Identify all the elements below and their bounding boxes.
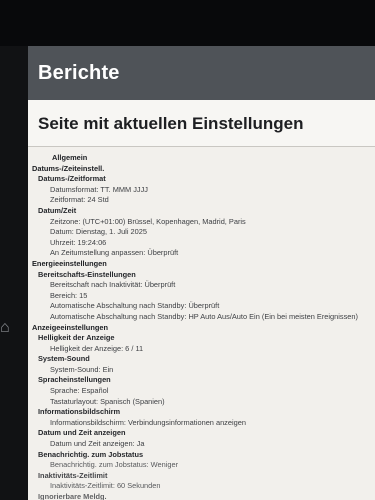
report-subsection-heading: Spracheinstellungen [38, 375, 111, 385]
report-subsection-heading: Datum und Zeit anzeigen [38, 428, 126, 438]
report-setting-line: Helligkeit der Anzeige: 6 / 11 [50, 343, 144, 353]
report-section-heading: Datums-/Zeiteinstell. [32, 163, 105, 173]
home-icon[interactable]: ⌂ [0, 318, 14, 338]
report-setting-line: Tastaturlayout: Spanisch (Spanien) [50, 396, 165, 406]
report-subsection-heading: Helligkeit der Anzeige [38, 333, 115, 343]
report-subsection-heading: Ignorierbare Meldg. [38, 492, 107, 500]
report-setting-line: Automatische Abschaltung nach Standby: H… [50, 311, 358, 321]
printer-screen: Berichte Seite mit aktuellen Einstellung… [28, 46, 375, 500]
report-subsection-heading: Bereitschafts-Einstellungen [38, 269, 136, 279]
report-subsection-heading: Inaktivitäts-Zeitlimit [38, 470, 108, 480]
report-setting-line: Sprache: Español [50, 386, 109, 396]
report-setting-line: Bereitschaft nach Inaktivität: Überprüft [50, 280, 176, 290]
report-section-heading: Allgemein [52, 153, 88, 162]
device-bezel-left [0, 46, 28, 500]
app-title: Berichte [38, 61, 120, 84]
page-title: Seite mit aktuellen Einstellungen [28, 100, 375, 147]
report-section-heading: Anzeigeeinstellungen [32, 322, 108, 332]
report-subsection-heading: Informationsbildschirm [38, 407, 121, 417]
report-setting-line: Automatische Abschaltung nach Standby: Ü… [50, 301, 220, 311]
report-setting-line: Zeitformat: 24 Std [50, 195, 109, 205]
device-bezel-top [0, 0, 375, 46]
report-setting-line: Datumsformat: TT. MMM JJJJ [50, 184, 149, 194]
report-setting-line: Bereich: 15 [50, 290, 88, 300]
report-subsection-heading: Datum/Zeit [38, 205, 77, 215]
report-subsection-heading: System-Sound [38, 354, 90, 364]
report-section-heading: Energieeinstellungen [32, 258, 107, 268]
report-setting-line: Informationsbildschirm: Verbindungsinfor… [50, 417, 246, 427]
report-setting-line: Datum: Dienstag, 1. Juli 2025 [50, 227, 147, 237]
report-setting-line: Benachrichtig. zum Jobstatus: Weniger [50, 460, 179, 470]
title-bar: Berichte [28, 46, 375, 100]
report-subsection-heading: Datums-/Zeitformat [38, 174, 106, 184]
report-setting-line: Zeitzone: (UTC+01:00) Brüssel, Kopenhage… [50, 216, 246, 226]
report-setting-line: Inaktivitäts-Zeitlimit: 60 Sekunden [50, 481, 161, 491]
report-setting-line: System-Sound: Ein [50, 364, 114, 374]
report-setting-line: Datum und Zeit anzeigen: Ja [50, 439, 145, 449]
report-setting-line: Uhrzeit: 19:24:06 [50, 237, 107, 247]
settings-report[interactable]: Allgemein Datums-/Zeiteinstell. Datums-/Ze… [28, 147, 375, 500]
report-subsection-heading: Benachrichtig. zum Jobstatus [38, 449, 144, 459]
report-setting-line: An Zeitumstellung anpassen: Überprüft [50, 248, 179, 258]
